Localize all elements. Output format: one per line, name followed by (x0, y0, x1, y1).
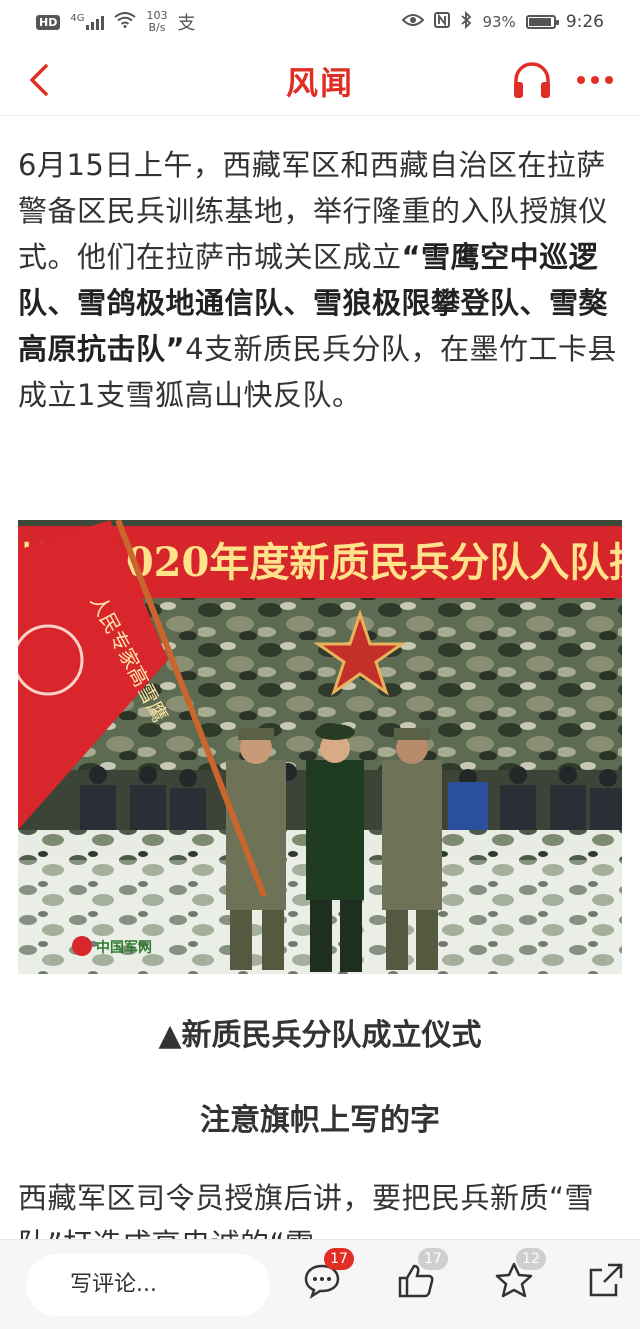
eye-comfort-icon (402, 13, 425, 31)
share-button[interactable] (586, 1260, 630, 1304)
nfc-icon (434, 12, 451, 32)
net-speed: 103 B/s (146, 10, 167, 34)
headphones-icon (514, 62, 550, 98)
battery-icon (525, 15, 559, 29)
listen-button[interactable] (510, 58, 554, 102)
comments-count-badge: 17 (324, 1248, 354, 1270)
hd-indicator: HD (36, 14, 61, 30)
comments-button[interactable]: 17 (302, 1248, 354, 1304)
status-right: 93% 9:26 (402, 10, 604, 33)
bluetooth-icon (460, 10, 472, 33)
photo-caption: ▲新质民兵分队成立仪式 (158, 1018, 482, 1053)
favorite-button[interactable]: 12 (494, 1248, 546, 1304)
favorites-count-badge: 12 (516, 1248, 546, 1270)
watermark-text: 中国军网 (96, 939, 152, 956)
more-dot (605, 76, 613, 84)
like-button[interactable]: 17 (396, 1248, 448, 1304)
status-left: HD 4G 103 B/s 支 (36, 9, 195, 35)
article-paragraph: 6月15日上午，西藏军区和西藏自治区在拉萨警备区民兵训练基地，举行隆重的入队授旗… (18, 142, 624, 418)
likes-count-badge: 17 (418, 1248, 448, 1270)
alipay-icon: 支 (177, 13, 196, 34)
more-button[interactable] (570, 58, 620, 102)
nav-bar: 风闻 (0, 44, 640, 116)
signal-icon: 4G (70, 13, 105, 30)
more-dot (591, 76, 599, 84)
article-photo[interactable]: 拉萨2020年度新质民兵分队入队授 人民专家高雪鹰 中国军网 (18, 520, 622, 974)
network-type: 4G (70, 13, 85, 24)
more-dot (577, 76, 585, 84)
status-bar: HD 4G 103 B/s 支 93% 9:26 (0, 0, 640, 44)
wifi-icon (114, 12, 137, 32)
photo-note: 注意旗帜上写的字 (200, 1103, 440, 1138)
clock: 9:26 (565, 12, 604, 32)
ceremony-photo: 拉萨2020年度新质民兵分队入队授 人民专家高雪鹰 中国军网 (18, 520, 622, 974)
net-speed-unit: B/s (148, 21, 166, 34)
battery-percent: 93% (482, 13, 516, 31)
comment-input[interactable]: 写评论... (26, 1254, 270, 1316)
share-icon (589, 1263, 623, 1297)
bottom-action-bar: 写评论... 17 17 12 (0, 1239, 640, 1329)
